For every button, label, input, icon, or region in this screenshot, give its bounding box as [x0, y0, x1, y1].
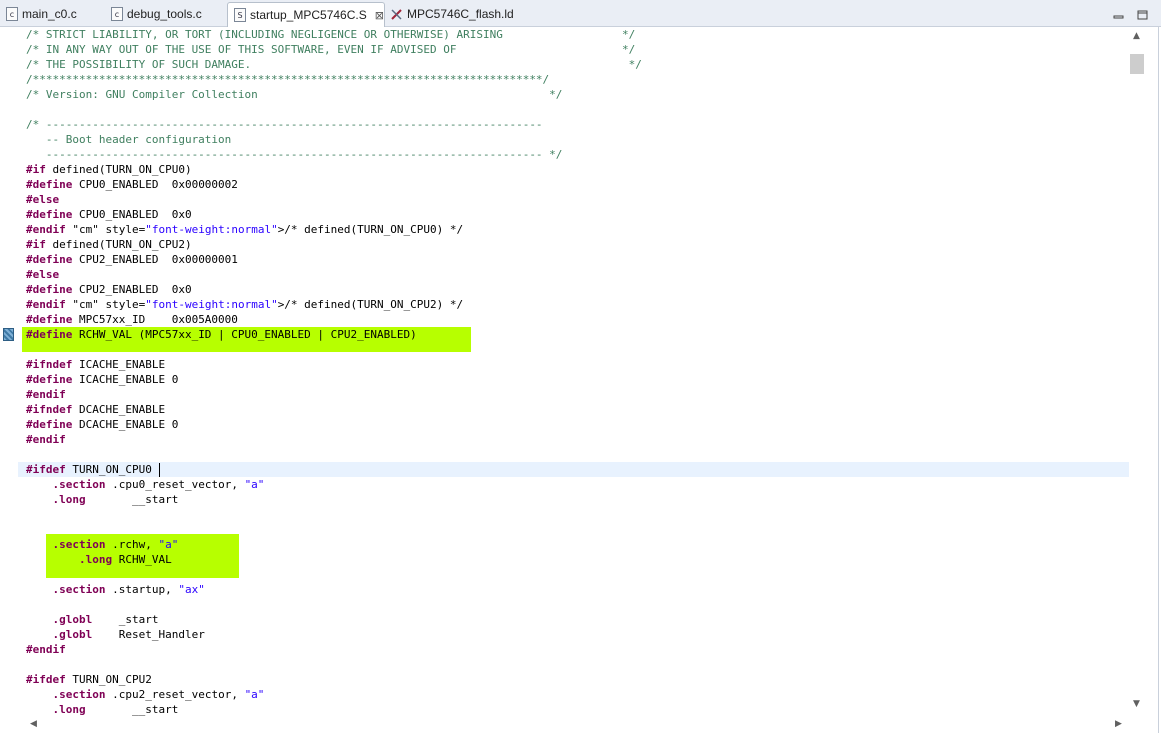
code-line: #ifndef DCACHE_ENABLE — [26, 403, 166, 416]
code-line: #define RCHW_VAL (MPC57xx_ID | CPU0_ENAB… — [26, 328, 417, 341]
code-line: #else — [26, 268, 60, 281]
code-line: #endif "cm" style="font-weight:normal">/… — [26, 298, 464, 311]
c-file-icon: c — [111, 7, 123, 21]
code-line: #define CPU0_ENABLED 0x0 — [26, 208, 192, 221]
code-line: #define DCACHE_ENABLE 0 — [26, 418, 179, 431]
maximize-icon[interactable] — [1137, 6, 1149, 20]
tab-label: startup_MPC5746C.S — [250, 8, 367, 22]
code-line: /* THE POSSIBILITY OF SUCH DAMAGE. */ — [26, 58, 642, 71]
code-line: #endif — [26, 388, 66, 401]
code-line: #endif — [26, 643, 66, 656]
close-icon[interactable]: ⊠ — [375, 9, 384, 22]
editor-tab-bar: c main_c0.c c debug_tools.c S startup_MP… — [0, 0, 1161, 27]
code-line: #define CPU2_ENABLED 0x0 — [26, 283, 192, 296]
code-line: #ifdef TURN_ON_CPU0 — [26, 463, 152, 476]
scroll-right-arrow-icon[interactable]: ▶ — [1115, 719, 1122, 729]
code-line: .section .cpu0_reset_vector, "a" — [52, 478, 265, 491]
code-line: #define ICACHE_ENABLE 0 — [26, 373, 179, 386]
code-line: /***************************************… — [26, 73, 550, 86]
tab-debug-tools-c[interactable]: c debug_tools.c — [111, 2, 202, 26]
code-line: #if defined(TURN_ON_CPU0) — [26, 163, 192, 176]
code-line: /* -------------------------------------… — [26, 118, 543, 131]
code-line: -- Boot header configuration — [26, 133, 232, 146]
code-line: #define CPU0_ENABLED 0x00000002 — [26, 178, 238, 191]
code-line: #define MPC57xx_ID 0x005A0000 — [26, 313, 238, 326]
vertical-scrollbar-thumb[interactable] — [1130, 54, 1144, 74]
code-line: ----------------------------------------… — [26, 148, 563, 161]
code-line: #ifndef ICACHE_ENABLE — [26, 358, 166, 371]
code-line: /* STRICT LIABILITY, OR TORT (INCLUDING … — [26, 28, 636, 41]
minimize-icon[interactable] — [1113, 6, 1125, 19]
code-line: #endif — [26, 433, 66, 446]
tab-mpc5746c-flash-ld[interactable]: MPC5746C_flash.ld — [390, 2, 514, 26]
code-line: .globl _start — [52, 613, 159, 626]
code-editor[interactable]: /* STRICT LIABILITY, OR TORT (INCLUDING … — [18, 27, 1129, 719]
vertical-scrollbar[interactable] — [1129, 27, 1146, 719]
code-line: .long __start — [52, 703, 179, 716]
text-caret — [159, 463, 160, 477]
tab-main-c0-c[interactable]: c main_c0.c — [6, 2, 77, 26]
code-line: /* Version: GNU Compiler Collection */ — [26, 88, 563, 101]
current-line-highlight — [18, 462, 1129, 477]
c-file-icon: c — [6, 7, 18, 21]
tab-label: debug_tools.c — [127, 7, 202, 21]
code-line: .section .cpu2_reset_vector, "a" — [52, 688, 265, 701]
scroll-left-arrow-icon[interactable]: ◀ — [30, 719, 37, 729]
tab-startup-mpc5746c-s[interactable]: S startup_MPC5746C.S ⊠ — [227, 2, 385, 27]
code-line: .long __start — [52, 493, 179, 506]
asm-file-icon: S — [234, 8, 246, 22]
scroll-down-arrow-icon[interactable]: ▼ — [1133, 699, 1140, 709]
code-line: #else — [26, 193, 60, 206]
scroll-up-arrow-icon[interactable]: ▲ — [1133, 31, 1140, 41]
code-line: #endif "cm" style="font-weight:normal">/… — [26, 223, 464, 236]
editor-border — [1158, 27, 1159, 733]
tab-label: MPC5746C_flash.ld — [407, 7, 514, 21]
tab-label: main_c0.c — [22, 7, 77, 21]
code-line: .long RCHW_VAL — [78, 553, 172, 566]
code-line: #ifdef TURN_ON_CPU2 — [26, 673, 152, 686]
code-line: #if defined(TURN_ON_CPU2) — [26, 238, 192, 251]
code-line: .section .startup, "ax" — [52, 583, 205, 596]
linker-file-icon — [390, 8, 403, 21]
code-line: #define CPU2_ENABLED 0x00000001 — [26, 253, 238, 266]
code-line: .globl Reset_Handler — [52, 628, 205, 641]
code-line: /* IN ANY WAY OUT OF THE USE OF THIS SOF… — [26, 43, 636, 56]
horizontal-scrollbar[interactable] — [18, 716, 1129, 733]
editor-gutter — [0, 27, 18, 733]
code-line: .section .rchw, "a" — [52, 538, 179, 551]
bookmark-marker-icon[interactable] — [3, 328, 14, 341]
